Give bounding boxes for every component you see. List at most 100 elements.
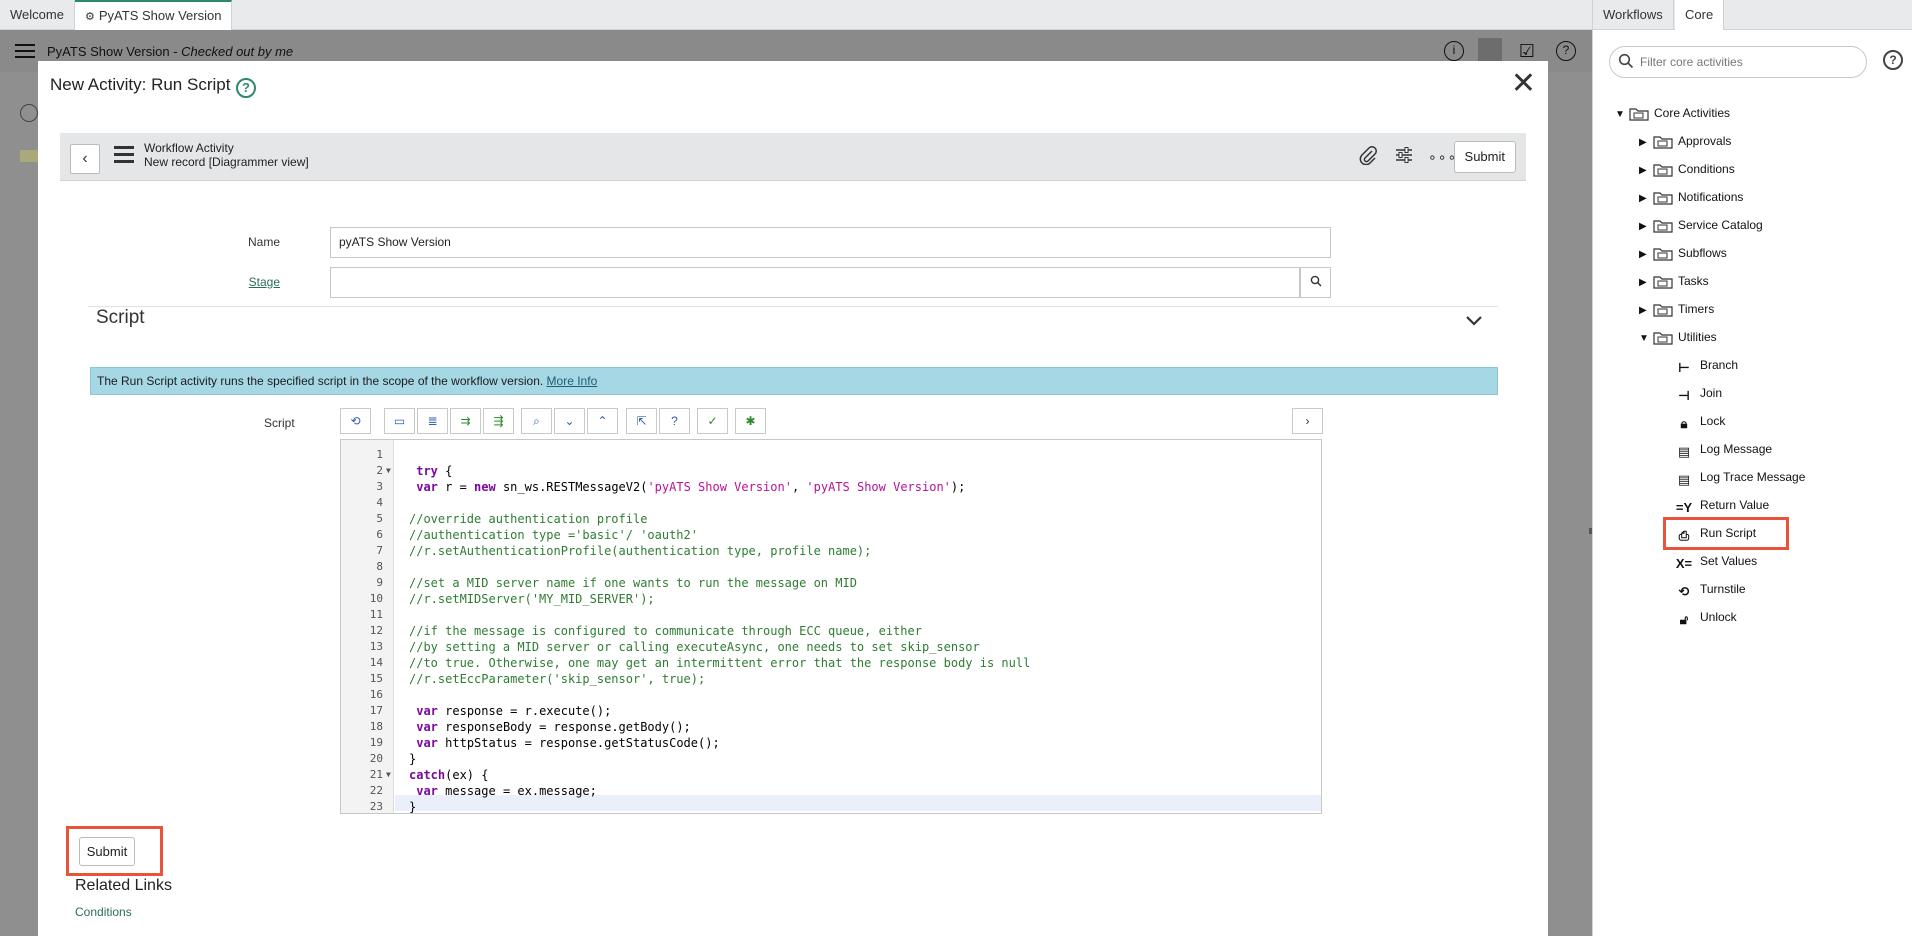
tree-folder-approvals[interactable]: ▶ Approvals	[1639, 131, 1731, 151]
related-links-heading: Related Links	[75, 877, 172, 894]
expand-toolbar-icon[interactable]: ›	[1292, 408, 1323, 434]
line-number: 6	[376, 528, 383, 541]
utility-join[interactable]: ⊣ Join	[1673, 383, 1722, 403]
find-previous-icon[interactable]: ⌃	[587, 408, 618, 434]
utility-log-trace-message[interactable]: ▤ Log Trace Message	[1673, 467, 1806, 487]
close-icon[interactable]: ✕	[1511, 69, 1536, 99]
toggle-syntax-icon[interactable]: ⟲	[340, 408, 371, 434]
code-line: try {	[416, 464, 453, 478]
syntax-check-icon[interactable]: ✓	[697, 408, 728, 434]
tab-core[interactable]: Core	[1675, 0, 1725, 30]
canvas-node-stub	[20, 150, 38, 162]
panel-tabs: Workflows Core	[1593, 0, 1912, 30]
record-subtitle: New record [Diagrammer view]	[144, 155, 309, 169]
collapsed-triangle-icon: ▶	[1639, 137, 1647, 148]
code-line: var message = ex.message;	[416, 784, 597, 798]
replace-icon[interactable]: ⇶	[483, 408, 514, 434]
modal-title: New Activity: Run Script	[50, 75, 231, 94]
settings-sliders-icon[interactable]	[1392, 145, 1416, 169]
record-type: Workflow Activity	[144, 141, 234, 155]
tree-folder-utilities[interactable]: ▼ Utilities	[1639, 327, 1717, 347]
format-code-icon[interactable]: ≣	[417, 408, 448, 434]
utility-lock[interactable]: 🔒︎ Lock	[1673, 411, 1726, 431]
code-line: //set a MID server name if one wants to …	[409, 576, 857, 590]
tree-folder-service-catalog[interactable]: ▶ Service Catalog	[1639, 215, 1763, 235]
utility-turnstile[interactable]: ⟲ Turnstile	[1673, 579, 1746, 599]
more-options-icon[interactable]: ∘∘∘	[1428, 145, 1456, 169]
tab-workflows[interactable]: Workflows	[1593, 0, 1674, 30]
tree-root-core-activities[interactable]: ▼ Core Activities	[1615, 103, 1730, 123]
unlock-icon: 🔓︎	[1679, 611, 1689, 627]
lock-icon: 🔒︎	[1680, 415, 1688, 431]
line-number: 20	[369, 752, 383, 765]
stage-label-link[interactable]: Stage	[218, 275, 280, 289]
folder-icon	[1653, 248, 1673, 261]
tree-folder-tasks[interactable]: ▶ Tasks	[1639, 271, 1709, 291]
fold-toggle-icon[interactable]: ▼	[386, 466, 391, 475]
workflow-icon: ⚙	[85, 11, 95, 23]
script-help-icon[interactable]: ?	[659, 408, 690, 434]
panel-help-icon[interactable]: ?	[1883, 50, 1903, 70]
line-number: 21	[369, 768, 383, 781]
info-icon[interactable]: i	[1444, 41, 1464, 61]
more-info-link[interactable]: More Info	[547, 374, 598, 388]
log-message-icon: ▤	[1677, 443, 1691, 459]
submit-top-button[interactable]: Submit	[1453, 141, 1516, 173]
stage-field[interactable]	[330, 267, 1300, 298]
utility-branch[interactable]: ⊢ Branch	[1673, 355, 1738, 375]
highlight-box-run-script	[1663, 517, 1789, 550]
back-button[interactable]: ‹	[70, 144, 100, 174]
menu-icon[interactable]	[15, 44, 35, 58]
find-next-icon[interactable]: ⌄	[554, 408, 585, 434]
utility-log-message[interactable]: ▤ Log Message	[1673, 439, 1772, 459]
checkout-icon[interactable]: ☑	[1516, 40, 1538, 62]
line-number: 7	[376, 544, 383, 557]
collapsed-triangle-icon: ▶	[1639, 193, 1647, 204]
stage-lookup-button[interactable]	[1300, 267, 1331, 298]
name-field[interactable]: pyATS Show Version	[330, 227, 1331, 258]
tree-folder-timers[interactable]: ▶ Timers	[1639, 299, 1714, 319]
folder-icon	[1653, 276, 1673, 289]
comment-icon[interactable]: ▭	[384, 408, 415, 434]
tree-folder-subflows[interactable]: ▶ Subflows	[1639, 243, 1727, 263]
line-number: 22	[369, 784, 383, 797]
utility-unlock[interactable]: 🔓︎ Unlock	[1673, 607, 1737, 627]
folder-icon	[1653, 192, 1673, 205]
utility-set-values[interactable]: X= Set Values	[1673, 551, 1757, 571]
chevron-down-icon[interactable]	[1465, 315, 1483, 327]
line-number: 1	[376, 448, 383, 461]
set-values-icon: X=	[1675, 555, 1693, 571]
code-line: //r.setMIDServer('MY_MID_SERVER');	[409, 592, 655, 606]
begin-node-icon	[20, 104, 38, 122]
top-tab-bar: Welcome ⚙ PyATS Show Version	[0, 0, 1592, 30]
context-menu-icon[interactable]	[114, 146, 134, 164]
tab-welcome[interactable]: Welcome	[0, 0, 75, 30]
filter-activities-input[interactable]: Filter core activities	[1609, 46, 1867, 78]
join-icon: ⊣	[1678, 387, 1690, 403]
attachment-icon[interactable]	[1356, 145, 1380, 169]
help-icon[interactable]: ?	[1556, 41, 1576, 61]
line-number: 23	[369, 800, 383, 813]
collapsed-triangle-icon: ▶	[1639, 221, 1647, 232]
script-editor[interactable]: 1 2 ▼ try {3 var r = new sn_ws.RESTMessage…	[340, 439, 1322, 814]
line-number: 16	[369, 688, 383, 701]
tree-folder-notifications[interactable]: ▶ Notifications	[1639, 187, 1743, 207]
tree-folder-conditions[interactable]: ▶ Conditions	[1639, 159, 1735, 179]
line-number: 13	[369, 640, 383, 653]
code-line: //r.setEccParameter('skip_sensor', true)…	[409, 672, 706, 686]
help-icon[interactable]: ?	[236, 78, 256, 98]
folder-icon	[1653, 136, 1673, 149]
folder-icon	[1653, 304, 1673, 317]
fold-toggle-icon[interactable]: ▼	[386, 770, 391, 779]
code-line: }	[409, 800, 417, 814]
tab-pyats-show-version[interactable]: ⚙ PyATS Show Version	[75, 0, 233, 30]
utility-return-value[interactable]: =Y Return Value	[1673, 495, 1769, 515]
fullscreen-icon[interactable]: ⇱	[626, 408, 657, 434]
line-number: 9	[376, 576, 383, 589]
line-number: 2	[376, 464, 383, 477]
expanded-triangle-icon: ▼	[1639, 333, 1649, 344]
script-debugger-icon[interactable]: ✱	[735, 408, 766, 434]
conditions-related-link[interactable]: Conditions	[75, 905, 132, 919]
search-icon[interactable]: ⌕	[521, 408, 552, 434]
insert-macro-icon[interactable]: ⇉	[450, 408, 481, 434]
